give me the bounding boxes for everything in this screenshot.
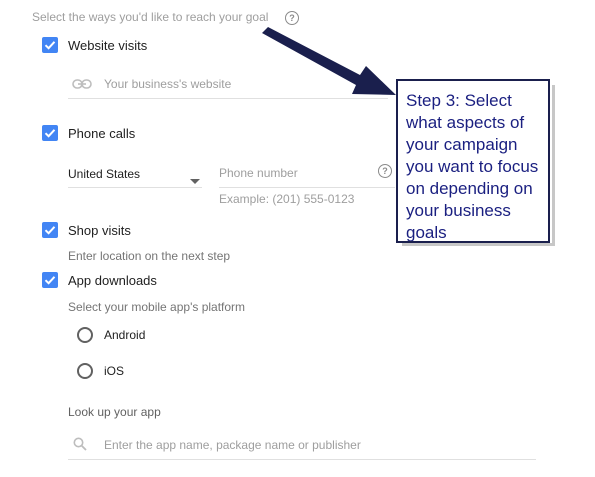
callout-shadow-bottom [402, 243, 555, 246]
callout-shadow [552, 85, 555, 245]
callout-text: Step 3: Select what aspects of your camp… [406, 91, 539, 242]
instruction-callout: Step 3: Select what aspects of your camp… [396, 79, 550, 243]
